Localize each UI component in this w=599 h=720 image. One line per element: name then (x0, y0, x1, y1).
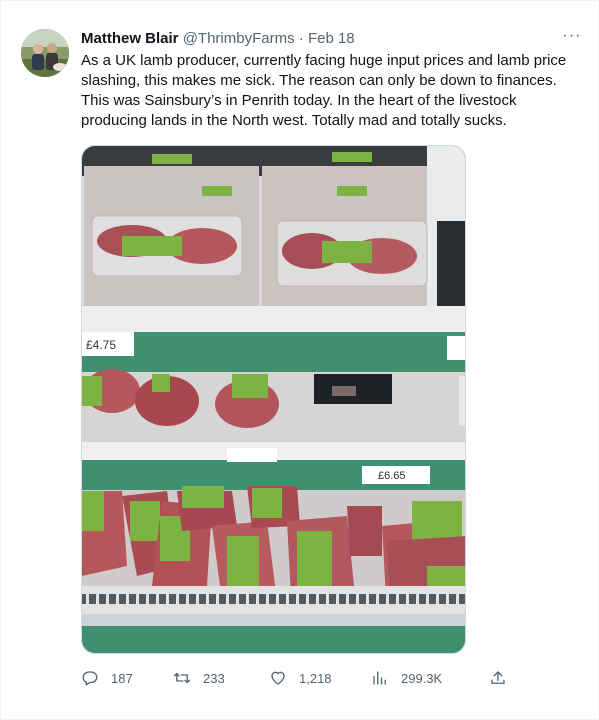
tweet-date[interactable]: Feb 18 (308, 30, 355, 47)
retweet-button[interactable]: 233 (173, 665, 225, 691)
retweet-icon (173, 672, 191, 684)
price-tag-right: £6.65 (378, 470, 406, 482)
author-handle[interactable]: @ThrimbyFarms (183, 30, 295, 47)
avatar[interactable] (21, 29, 69, 77)
tweet-actions: 187 233 1,218 299.3K (81, 665, 521, 691)
reply-count: 187 (111, 670, 133, 686)
share-icon (491, 671, 505, 684)
like-count: 1,218 (299, 670, 332, 686)
reply-icon (82, 671, 98, 686)
like-button[interactable]: 1,218 (269, 665, 332, 691)
tweet-text: As a UK lamb producer, currently facing … (81, 52, 567, 129)
retweet-count: 233 (203, 670, 225, 686)
tweet: Matthew Blair @ThrimbyFarms · Feb 18 ···… (0, 0, 599, 720)
views-icon (373, 671, 386, 685)
views-count: 299.3K (401, 670, 443, 686)
tweet-header: Matthew Blair @ThrimbyFarms · Feb 18 (81, 29, 578, 49)
tweet-photo[interactable]: £4.75 £6.65 (81, 145, 466, 654)
separator-dot: · (298, 30, 304, 47)
price-tag-left: £4.75 (86, 338, 116, 352)
like-icon (271, 671, 285, 685)
reply-button[interactable]: 187 (81, 665, 133, 691)
more-options-icon[interactable]: ··· (560, 28, 584, 49)
author-name[interactable]: Matthew Blair (81, 30, 179, 47)
share-button[interactable] (489, 665, 519, 691)
views-button[interactable]: 299.3K (371, 665, 442, 691)
avatar-image (21, 29, 69, 77)
supermarket-shelf-photo: £4.75 £6.65 (82, 146, 465, 653)
